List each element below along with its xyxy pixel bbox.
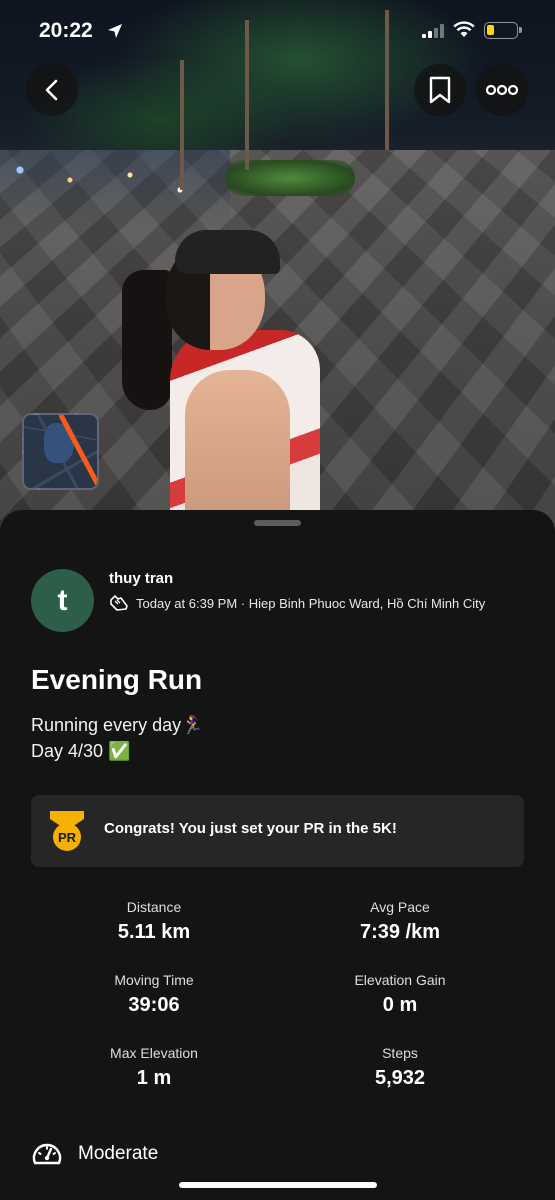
stat-moving-time: Moving Time 39:06	[54, 972, 254, 1017]
palm-trunk	[180, 60, 184, 190]
stat-distance: Distance 5.11 km	[54, 899, 254, 944]
stat-value: 39:06	[128, 994, 180, 1016]
stat-elevation-gain: Elevation Gain 0 m	[300, 972, 500, 1017]
stat-value: 5.11 km	[117, 921, 191, 943]
stat-label: Moving Time	[114, 972, 194, 988]
route-map-thumbnail[interactable]	[22, 413, 99, 490]
back-button[interactable]	[26, 64, 78, 116]
more-options-button[interactable]	[476, 64, 528, 116]
stat-value: 5,932	[374, 1067, 426, 1089]
runner-selfie	[120, 230, 330, 530]
athlete-name[interactable]: thuy tran	[109, 570, 173, 587]
pr-message: Congrats! You just set your PR in the 5K…	[104, 820, 397, 837]
avatar[interactable]: t	[31, 569, 94, 632]
stat-avg-pace: Avg Pace 7:39 /km	[300, 899, 500, 944]
stat-label: Distance	[126, 899, 182, 915]
arm	[185, 370, 290, 530]
stat-label: Elevation Gain	[354, 972, 446, 988]
activity-meta: Today at 6:39 PM · Hiep Binh Phuoc Ward,…	[109, 594, 485, 612]
stat-steps: Steps 5,932	[300, 1045, 500, 1090]
signal-icon	[422, 24, 444, 38]
chevron-left-icon	[45, 79, 58, 101]
city-lights	[0, 150, 230, 230]
location-arrow-icon	[108, 24, 122, 38]
stat-label: Steps	[382, 1045, 418, 1061]
perceived-effort[interactable]: Moderate	[31, 1139, 158, 1169]
status-bar: 20:22	[0, 0, 555, 60]
description-line: Running every day🏃‍♀️	[31, 715, 204, 735]
wifi-icon	[453, 21, 475, 37]
pr-medal-text: PR	[58, 830, 77, 845]
stat-label: Avg Pace	[370, 899, 430, 915]
stat-label: Max Elevation	[110, 1045, 198, 1061]
description-line: Day 4/30 ✅	[31, 741, 131, 761]
bookmark-icon	[429, 76, 451, 104]
home-indicator[interactable]	[179, 1182, 377, 1188]
sheet-grabber[interactable]	[254, 520, 301, 526]
running-shoe-icon	[110, 595, 128, 611]
cap	[175, 230, 280, 274]
battery-level	[487, 25, 494, 35]
stat-value: 7:39 /km	[359, 921, 441, 943]
activity-details-sheet: t thuy tran Today at 6:39 PM · Hiep Binh…	[0, 510, 555, 1200]
stat-max-elevation: Max Elevation 1 m	[54, 1045, 254, 1090]
pr-banner[interactable]: PR Congrats! You just set your PR in the…	[31, 795, 524, 867]
stat-value: 1 m	[136, 1067, 172, 1089]
gauge-icon	[32, 1143, 62, 1165]
effort-label: Moderate	[78, 1143, 159, 1164]
bookmark-button[interactable]	[414, 64, 466, 116]
activity-description: Running every day🏃‍♀️ Day 4/30 ✅	[31, 712, 204, 764]
activity-title: Evening Run	[31, 664, 203, 695]
more-dots-icon	[486, 84, 518, 96]
stat-value: 0 m	[382, 994, 418, 1016]
status-time: 20:22	[39, 19, 93, 42]
pr-medal-icon: PR	[50, 811, 84, 851]
activity-date-location: Today at 6:39 PM · Hiep Binh Phuoc Ward,…	[136, 595, 486, 611]
battery-icon	[484, 22, 522, 39]
